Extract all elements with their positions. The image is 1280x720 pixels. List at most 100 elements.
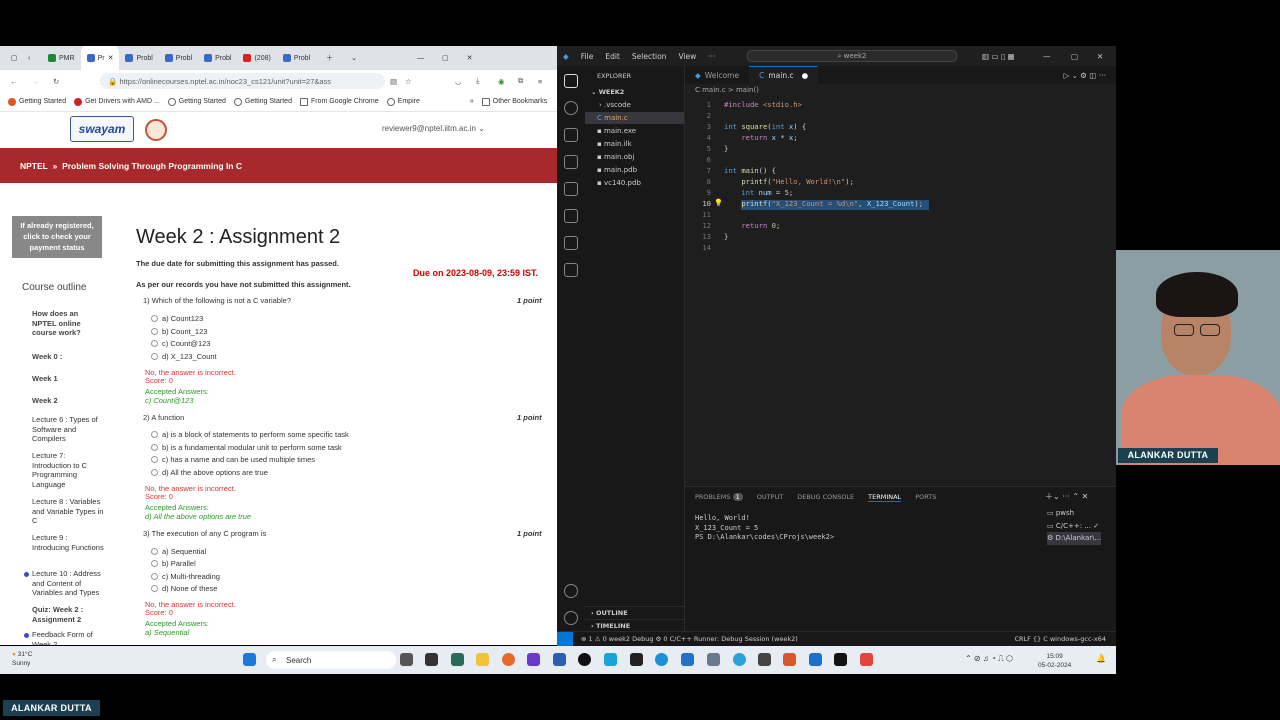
tab-welcome[interactable]: ◆ Welcome: [685, 66, 749, 84]
app-icon[interactable]: [860, 653, 873, 666]
answer-option[interactable]: d) None of these: [151, 584, 217, 593]
file-item[interactable]: › .vscode: [599, 101, 631, 109]
tab-actions-icon[interactable]: ▢: [0, 54, 28, 62]
menu-icon[interactable]: ≡: [538, 77, 542, 86]
browser-tab[interactable]: Probl: [198, 46, 237, 70]
file-item-active[interactable]: C main.c: [597, 114, 628, 122]
close-icon[interactable]: ✕: [108, 54, 114, 62]
answer-option[interactable]: a) Count123: [151, 314, 203, 323]
vscode-taskbar-icon[interactable]: [681, 653, 694, 666]
answer-option[interactable]: d) All the above options are true: [151, 468, 268, 477]
file-item[interactable]: ▪ main.exe: [597, 127, 636, 135]
breadcrumb-course[interactable]: Problem Solving Through Programming In C: [62, 161, 242, 171]
lightbulb-icon[interactable]: 💡: [714, 198, 723, 207]
download-icon[interactable]: ⤓: [476, 76, 479, 86]
minimize-icon[interactable]: —: [417, 55, 424, 62]
menu-edit[interactable]: Edit: [605, 52, 620, 61]
tab-ports[interactable]: PORTS: [915, 493, 936, 502]
terminal-item[interactable]: ▭ pwsh: [1047, 507, 1101, 520]
close-window-icon[interactable]: ✕: [1097, 52, 1103, 61]
extensions-icon[interactable]: ⧉: [518, 76, 523, 86]
menu-selection[interactable]: Selection: [632, 52, 667, 61]
explorer-icon[interactable]: [564, 74, 578, 88]
outline-item[interactable]: Lecture 7: Introduction to C Programming…: [32, 451, 104, 489]
file-explorer-icon[interactable]: [476, 653, 489, 666]
extensions-icon[interactable]: [564, 182, 578, 196]
answer-option[interactable]: b) Count_123: [151, 327, 207, 336]
bookmark-folder[interactable]: Other Bookmarks: [481, 97, 547, 106]
terminal-item[interactable]: ▭ C/C++: ... ✓: [1047, 520, 1101, 533]
source-control-icon[interactable]: [564, 128, 578, 142]
run-debug-icon[interactable]: [564, 155, 578, 169]
telegram-icon[interactable]: [733, 653, 746, 666]
browser-tab[interactable]: (208): [237, 46, 276, 70]
obs-icon[interactable]: [578, 653, 591, 666]
answer-option[interactable]: b) is a fundamental modular unit to perf…: [151, 443, 342, 452]
outline-item[interactable]: Lecture 10 : Address and Content of Vari…: [32, 569, 104, 598]
menu-file[interactable]: File: [581, 52, 594, 61]
run-icon[interactable]: ▷ ⌄ ⚙ ◫ ···: [1063, 71, 1106, 80]
url-field[interactable]: 🔒 https://onlinecourses.nptel.ac.in/noc2…: [100, 73, 385, 89]
vs-icon[interactable]: [527, 653, 540, 666]
chevron-down-icon[interactable]: ⌄: [351, 54, 357, 62]
status-left[interactable]: ⊗ 1 ⚠ 0 week2 Debug ⚙ 0 C/C++ Runner: De…: [581, 635, 798, 643]
app-icon[interactable]: [451, 653, 464, 666]
swayam-logo[interactable]: swayam: [70, 116, 134, 142]
file-item[interactable]: ▪ vc140.pdb: [597, 179, 641, 187]
weather-widget[interactable]: ● 31°C Sunny: [12, 650, 32, 668]
outline-item[interactable]: Lecture 6 : Types of Software and Compil…: [32, 415, 104, 444]
tab-main-c[interactable]: Cmain.c ●: [749, 66, 819, 84]
bookmark[interactable]: Empire: [386, 97, 420, 106]
app-icon[interactable]: [758, 653, 771, 666]
answer-option[interactable]: a) Sequential: [151, 547, 206, 556]
app-icon[interactable]: [834, 653, 847, 666]
python-icon[interactable]: [564, 236, 578, 250]
outline-section[interactable]: › OUTLINE: [585, 606, 685, 619]
breadcrumb-home[interactable]: NPTEL: [20, 161, 48, 171]
pocket-icon[interactable]: ◡: [455, 77, 462, 86]
answer-option[interactable]: c) Multi-threading: [151, 572, 220, 581]
notification-icon[interactable]: 🔔: [1096, 654, 1106, 663]
answer-option[interactable]: c) Count@123: [151, 339, 210, 348]
more-menu-icon[interactable]: ···: [708, 52, 715, 61]
file-item[interactable]: ▪ main.ilk: [597, 140, 632, 148]
star-icon[interactable]: ☆: [405, 77, 412, 86]
layout-icon[interactable]: ▥ ▭ ▯ ▦: [982, 52, 1015, 61]
bookmark[interactable]: Getting Started: [233, 97, 292, 106]
browser-tab[interactable]: PMR: [42, 46, 81, 70]
maximize-icon[interactable]: ▢: [442, 54, 449, 62]
reload-icon[interactable]: ↻: [53, 77, 59, 86]
browser-tab[interactable]: Probl: [119, 46, 158, 70]
payment-status-button[interactable]: If already registered, click to check yo…: [12, 216, 102, 258]
outline-item[interactable]: Lecture 9 : Introducing Functions: [32, 533, 104, 552]
menu-view[interactable]: View: [678, 52, 696, 61]
browser-tab-active[interactable]: Pr ✕: [80, 46, 120, 70]
settings-icon[interactable]: [707, 653, 720, 666]
account-menu[interactable]: reviewer9@nptel.iitm.ac.in ⌄: [382, 124, 485, 133]
remote-explorer-icon[interactable]: [564, 209, 578, 223]
outline-item[interactable]: Week 2: [32, 396, 104, 406]
app-icon[interactable]: [630, 653, 643, 666]
answer-option[interactable]: c) has a name and can be used multiple t…: [151, 455, 315, 464]
outline-item[interactable]: Week 1: [32, 374, 104, 384]
browser-tab[interactable]: Probl: [277, 46, 316, 70]
taskbar-search[interactable]: ⌕ Search: [266, 651, 396, 669]
bookmark[interactable]: Get Drivers with AMD ...: [74, 97, 160, 106]
store-icon[interactable]: [604, 653, 617, 666]
minimize-icon[interactable]: —: [1043, 52, 1051, 61]
outline-item[interactable]: How does an NPTEL online course work?: [32, 309, 104, 338]
search-icon[interactable]: [564, 101, 578, 115]
terminal-output[interactable]: Hello, World! X_123_Count = 5 PS D:\Alan…: [695, 514, 834, 543]
close-window-icon[interactable]: ✕: [467, 54, 473, 62]
tab-debug-console[interactable]: DEBUG CONSOLE: [797, 493, 854, 502]
terminal-app-icon[interactable]: [425, 653, 438, 666]
file-item[interactable]: ▪ main.obj: [597, 153, 634, 161]
outline-item[interactable]: Week 0 :: [32, 352, 104, 362]
terminal-item-active[interactable]: ⚙ D:\Alankar\...: [1047, 532, 1102, 545]
app-icon[interactable]: [783, 653, 796, 666]
outline-item[interactable]: Feedback Form of Week 2: [32, 630, 104, 645]
bookmark[interactable]: Getting Started: [167, 97, 226, 106]
answer-option[interactable]: d) X_123_Count: [151, 352, 217, 361]
tray-icons[interactable]: ⌃ ⊘ ♫ ◔ ⎍ ⬡: [965, 654, 1013, 664]
extension-icon[interactable]: ◉: [498, 77, 505, 86]
